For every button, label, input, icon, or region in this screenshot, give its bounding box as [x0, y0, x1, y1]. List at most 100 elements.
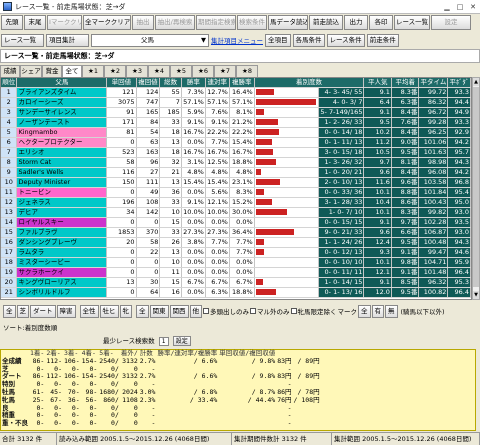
toolbar-button-2[interactable]: Iマーククリア: [47, 15, 82, 30]
tab-4[interactable]: ★1: [82, 65, 104, 77]
surface-turf-button[interactable]: 芝: [16, 304, 29, 318]
table-row[interactable]: 19 サクラホークイ 0 0 11 0.0% 0.0% 0.0% 0- 0- 11/ 11 12.…: [1, 267, 471, 279]
table-row[interactable]: 21 シンボリルドルフ 0 64 16 0.0% 6.3% 18.8% 0- 1- 13/ 16…: [1, 287, 471, 299]
close-icon[interactable]: ✕: [467, 2, 479, 12]
table-row[interactable]: 13 デヒア 34 142 10 10.0% 10.0% 30.0% 1- 0- 7/ 10 10…: [1, 207, 471, 219]
table-row[interactable]: 9 Sadler's Wells 116 27 21 4.8% 4.8% 4.8% 1- 0- …: [1, 167, 471, 179]
per-horse-button[interactable]: 各馬条件: [292, 33, 325, 47]
toolbar-button-5[interactable]: 抽出/再検索: [155, 15, 195, 30]
all-items-button[interactable]: 全項目: [265, 33, 291, 47]
column-header[interactable]: 単回値: [106, 78, 137, 89]
tab-9[interactable]: ★6: [192, 65, 214, 77]
toolbar-button-13[interactable]: 設定: [431, 15, 471, 30]
region-kanto-button[interactable]: 関東: [149, 304, 169, 318]
table-row[interactable]: 1 ブライアンズタイム 121 124 55 7.3% 12.7% 16.4% 4- 3- 45…: [1, 87, 471, 99]
tab-10[interactable]: ★7: [214, 65, 236, 77]
toolbar-button-10[interactable]: 出力: [344, 15, 368, 30]
mark-all-button[interactable]: 全: [358, 304, 371, 318]
table-row[interactable]: 12 ジェネラス 196 108 33 9.1% 12.1% 15.2% 3- 1- 28/ 3…: [1, 197, 471, 209]
column-header[interactable]: 総数: [159, 78, 182, 89]
minimize-icon[interactable]: ▁: [441, 2, 453, 12]
mark-no-button[interactable]: 無: [385, 304, 398, 318]
region-kansai-button[interactable]: 関西: [169, 304, 189, 318]
scroll-thumb[interactable]: [473, 87, 479, 287]
toolbar-button-0[interactable]: 先頭: [1, 15, 23, 30]
toolbar-button-6[interactable]: 期間指定検索: [196, 15, 236, 30]
menu-link[interactable]: 集計項目メニュー: [211, 35, 263, 45]
table-row[interactable]: 2 カロイーシーズ 3075 747 7 57.1% 57.1% 57.1% 4- 0- 3/ …: [1, 97, 471, 109]
column-header[interactable]: 連対率: [205, 78, 230, 89]
foreign-checkbox[interactable]: マル外のみ: [250, 306, 290, 316]
column-header[interactable]: 着別度数: [254, 78, 365, 89]
exclude-mare-checkbox[interactable]: 牝馬限定除く: [290, 306, 337, 316]
column-header[interactable]: 平ﾎﾞﾀﾞ: [447, 78, 471, 89]
table-row[interactable]: 20 キングヴローリアス 13 30 15 6.7% 6.7% 6.7% 1- 0- 14/ 1…: [1, 277, 471, 289]
region-all-button[interactable]: 全: [136, 304, 149, 318]
table-row[interactable]: 8 Storm Cat 58 96 32 3.1% 12.5% 18.8% 1- 3- 26/ …: [1, 157, 471, 169]
column-header[interactable]: 複回値: [136, 78, 161, 89]
table-row[interactable]: 11 トニービン 0 49 36 0.0% 5.6% 8.3% 0- 0- 33/ 36 10.1…: [1, 187, 471, 199]
toolbar-button-4[interactable]: 抽出: [132, 15, 154, 30]
item-select[interactable]: 父馬 ▼: [91, 33, 209, 47]
toolbar-button-7[interactable]: 検索条件: [237, 15, 267, 30]
table-row[interactable]: 18 ミスターシービー 0 0 10 0.0% 0.0% 0.0% 0- 0- 10/ 10 10…: [1, 257, 471, 269]
table-row[interactable]: 16 ダンシングブレーヴ 20 58 26 3.8% 7.7% 7.7% 1- 1- 24/ 2…: [1, 237, 471, 249]
table-row[interactable]: 14 ロイヤルスキー 0 0 15 0.0% 0.0% 0.0% 0- 0- 15/ 15 9.1…: [1, 217, 471, 229]
table-row[interactable]: 10 Deputy Minister 150 111 13 15.4% 15.4% 23.1%…: [1, 177, 471, 189]
toolbar-button-8[interactable]: 馬データ読込: [268, 15, 308, 30]
min-race-input[interactable]: 1: [158, 336, 169, 346]
sex-male-button[interactable]: 牡ヒ: [99, 304, 119, 318]
item-list-button[interactable]: 項目集計: [46, 33, 89, 47]
race-cond-button[interactable]: レース条件: [326, 33, 365, 47]
column-header[interactable]: 複勝率: [229, 78, 255, 89]
min-race-set-button[interactable]: 設定: [172, 336, 191, 346]
sex-all-button[interactable]: 全性: [79, 304, 99, 318]
race-list-button[interactable]: レース一覧: [1, 33, 44, 47]
count-cell: 13: [159, 247, 182, 259]
table-row[interactable]: 3 サンデーサイレンス 91 165 185 5.9% 7.6% 8.1% 5- 7-149/1…: [1, 107, 471, 119]
table-row[interactable]: 5 Kingmambo 81 54 18 16.7% 22.2% 22.2% 0- 0- 14/…: [1, 127, 471, 139]
tab-0[interactable]: 成績: [0, 65, 20, 77]
avg-margin-cell: 96.4: [447, 267, 471, 279]
column-header[interactable]: 平均着: [391, 78, 420, 89]
table-row[interactable]: 15 ファルブラヴ 1853 370 33 27.3% 27.3% 36.4% 9- 0- 21…: [1, 227, 471, 239]
column-header[interactable]: 勝率: [181, 78, 206, 89]
tab-6[interactable]: ★3: [126, 65, 148, 77]
column-header[interactable]: 平人気: [363, 78, 392, 89]
table-row[interactable]: 4 ノーザンテースト 171 84 33 9.1% 9.1% 21.2% 1- 2- 26/ 3…: [1, 117, 471, 129]
multi-entry-checkbox[interactable]: 多頭出しのみ: [203, 306, 249, 316]
tab-8[interactable]: ★5: [170, 65, 192, 77]
maximize-icon[interactable]: □: [454, 2, 466, 12]
avg-finish-cell: 8.4番: [391, 127, 420, 139]
tab-5[interactable]: ★2: [104, 65, 126, 77]
tab-7[interactable]: ★4: [148, 65, 170, 77]
column-header[interactable]: 平タイム: [418, 78, 449, 89]
prev-cond-button[interactable]: 前走条件: [366, 33, 399, 47]
table-row[interactable]: 17 ラムタラ 0 22 13 0.0% 0.0% 7.7% 0- 0- 12/ 13 9.3 9.…: [1, 247, 471, 259]
mark-yes-button[interactable]: 有: [371, 304, 384, 318]
surface-obstacle-button[interactable]: 障害: [56, 304, 76, 318]
toolbar-button-11[interactable]: 各印: [369, 15, 393, 30]
scroll-up-icon[interactable]: ▲: [473, 78, 479, 86]
tab-11[interactable]: ★8: [236, 65, 258, 77]
column-header[interactable]: 順位: [1, 78, 18, 89]
avg-finish-cell: 8.4番: [391, 167, 420, 179]
toolbar-button-9[interactable]: 前走読込: [309, 15, 343, 30]
vertical-scrollbar[interactable]: ▲ ▼: [472, 77, 480, 300]
table-row[interactable]: 6 ヘクタープロテクター 0 63 13 0.0% 7.7% 15.4% 0- 1- 11/ 1…: [1, 137, 471, 149]
toolbar-button-12[interactable]: レース一覧: [394, 15, 430, 30]
toolbar-button-1[interactable]: 末尾: [24, 15, 46, 30]
sex-female-button[interactable]: 牝: [119, 304, 132, 318]
tab-1[interactable]: シェア: [20, 65, 42, 77]
avg-finish-cell: 9.0番: [391, 137, 420, 149]
column-header[interactable]: 父馬: [16, 78, 108, 89]
tab-2[interactable]: 賞金: [42, 65, 62, 77]
avg-margin-cell: 94.2: [447, 137, 471, 149]
surface-dirt-button[interactable]: ダート: [30, 304, 56, 318]
table-row[interactable]: 7 エリシオ 523 163 18 16.7% 16.7% 16.7% 3- 0- 15/ 18…: [1, 147, 471, 159]
tab-3[interactable]: 全て: [62, 65, 82, 77]
region-other-button[interactable]: 他: [189, 304, 202, 318]
scroll-down-icon[interactable]: ▼: [473, 291, 479, 299]
surface-all-button[interactable]: 全: [3, 304, 16, 318]
toolbar-button-3[interactable]: 全マーククリア: [83, 15, 131, 30]
